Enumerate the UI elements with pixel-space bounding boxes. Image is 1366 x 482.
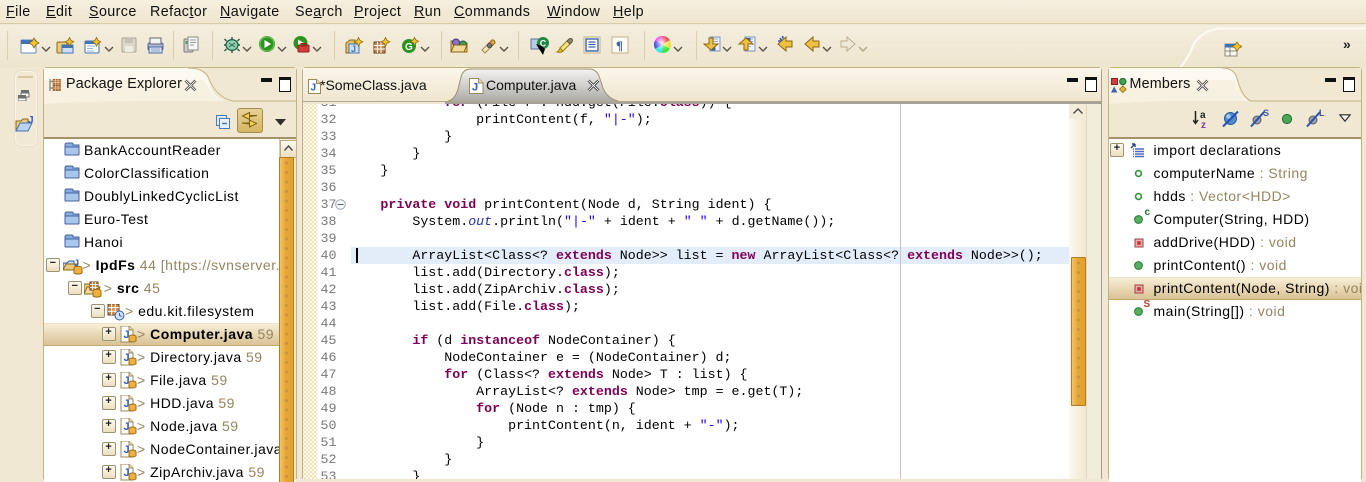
svg-text:J: J	[351, 44, 356, 54]
svg-text:G: G	[405, 42, 413, 53]
svg-text:L: L	[1319, 108, 1325, 118]
svg-text:z: z	[1201, 120, 1206, 130]
svg-text:J: J	[310, 82, 316, 93]
svg-text:J: J	[472, 82, 478, 94]
svg-text:S: S	[1263, 108, 1269, 118]
svg-text:J: J	[28, 115, 34, 126]
svg-text:¶: ¶	[616, 38, 623, 53]
